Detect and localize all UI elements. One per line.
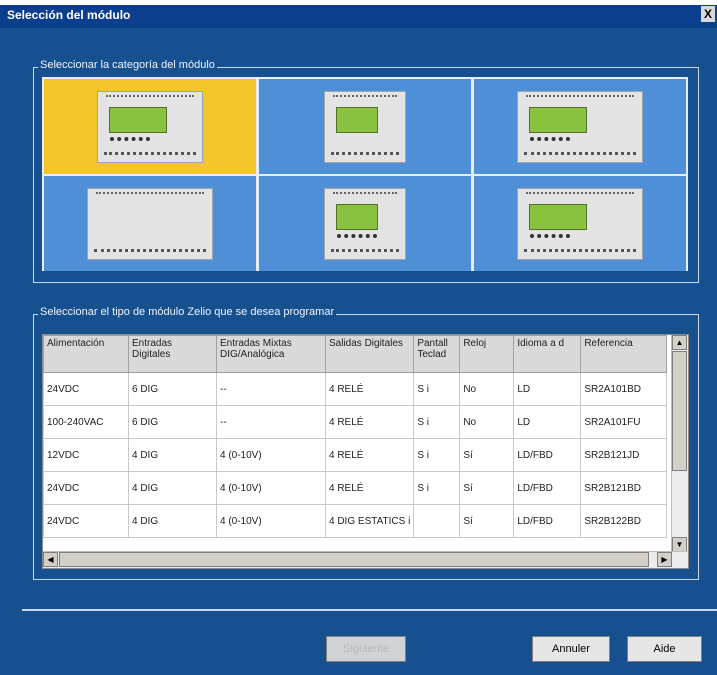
- table-cell: 4 RELÉ: [324, 405, 415, 439]
- cancel-button[interactable]: Annuler: [532, 636, 610, 662]
- table-cell: 4 (0-10V): [216, 471, 326, 505]
- table-cell: LD: [513, 405, 582, 439]
- table-row[interactable]: 24VDC 4 DIG 4 (0-10V) 4 RELÉ S i Sí LD/F…: [43, 471, 668, 505]
- table-cell: LD/FBD: [513, 504, 582, 538]
- table-cell: 4 RELÉ: [324, 438, 415, 472]
- column-header[interactable]: Salidas Digitales: [324, 335, 415, 373]
- table-cell: LD/FBD: [513, 438, 582, 472]
- category-tile-1[interactable]: [44, 79, 256, 174]
- table-cell: 4 DIG: [128, 438, 217, 472]
- footer-separator: [22, 609, 717, 611]
- module-selection-dialog: Selección del módulo X Seleccionar la ca…: [0, 0, 717, 675]
- table-cell: S i: [413, 372, 461, 406]
- table-cell: Sí: [459, 471, 515, 505]
- scroll-left-icon[interactable]: ◀: [43, 552, 58, 567]
- table-cell: 6 DIG: [128, 372, 217, 406]
- vertical-scrollbar[interactable]: ▲ ▼: [671, 335, 688, 552]
- table-cell: SR2B121BD: [580, 471, 668, 505]
- table-cell: 24VDC: [43, 372, 129, 406]
- table-cell: S i: [413, 438, 461, 472]
- category-tiles: [42, 77, 688, 271]
- table-cell: LD/FBD: [513, 471, 582, 505]
- table-cell: 12VDC: [43, 438, 129, 472]
- table-row[interactable]: 100-240VAC 6 DIG -- 4 RELÉ S i No LD SR2…: [43, 405, 668, 439]
- table-cell: 4 (0-10V): [216, 504, 326, 538]
- module-table: Alimentación Entradas Digitales Entradas…: [43, 335, 668, 538]
- category-tile-6[interactable]: [474, 176, 686, 271]
- close-button[interactable]: X: [701, 6, 715, 22]
- column-header[interactable]: Pantall Teclad: [413, 335, 461, 373]
- table-cell: S i: [413, 471, 461, 505]
- module-image-icon: [517, 90, 643, 163]
- module-image-icon: [324, 90, 406, 163]
- table-cell: Sí: [459, 438, 515, 472]
- table-cell: SR2B122BD: [580, 504, 668, 538]
- table-cell: --: [216, 372, 326, 406]
- module-image-icon: [324, 187, 406, 260]
- category-tile-4[interactable]: [44, 176, 256, 271]
- table-row[interactable]: 24VDC 4 DIG 4 (0-10V) 4 DIG ESTATICS i S…: [43, 504, 668, 538]
- column-header[interactable]: Alimentación: [43, 335, 129, 373]
- window-title: Selección del módulo: [7, 8, 131, 22]
- help-button[interactable]: Aide: [627, 636, 702, 662]
- table-row[interactable]: 24VDC 6 DIG -- 4 RELÉ S i No LD SR2A101B…: [43, 372, 668, 406]
- scroll-up-icon[interactable]: ▲: [672, 335, 687, 350]
- module-image-icon: [87, 187, 213, 260]
- table-cell: 100-240VAC: [43, 405, 129, 439]
- table-cell: --: [216, 405, 326, 439]
- horizontal-scroll-thumb[interactable]: [59, 552, 649, 567]
- table-cell: 4 RELÉ: [324, 471, 415, 505]
- table-cell: 24VDC: [43, 504, 129, 538]
- module-type-group-label: Seleccionar el tipo de módulo Zelio que …: [38, 306, 337, 318]
- column-header[interactable]: Entradas Mixtas DIG/Analógica: [216, 335, 326, 373]
- next-button[interactable]: Siguiente: [326, 636, 406, 662]
- column-header[interactable]: Referencia: [580, 335, 668, 373]
- horizontal-scrollbar[interactable]: ◀ ▶: [43, 551, 688, 568]
- table-cell: 4 DIG: [128, 504, 217, 538]
- table-cell: 4 DIG: [128, 471, 217, 505]
- table-cell: 6 DIG: [128, 405, 217, 439]
- column-header[interactable]: Entradas Digitales: [128, 335, 217, 373]
- category-tile-5[interactable]: [259, 176, 471, 271]
- table-cell: No: [459, 372, 515, 406]
- table-cell: LD: [513, 372, 582, 406]
- category-tile-2[interactable]: [259, 79, 471, 174]
- module-image-icon: [97, 90, 203, 163]
- table-cell: 24VDC: [43, 471, 129, 505]
- table-cell: Sí: [459, 504, 515, 538]
- table-cell: SR2B121JD: [580, 438, 668, 472]
- table-header-row: Alimentación Entradas Digitales Entradas…: [43, 335, 668, 373]
- column-header[interactable]: Idioma a d: [513, 335, 582, 373]
- title-bar: Selección del módulo X: [0, 0, 717, 28]
- table-cell: 4 DIG ESTATICS i: [324, 504, 415, 538]
- table-cell: S i: [413, 405, 461, 439]
- module-table-container: Alimentación Entradas Digitales Entradas…: [42, 334, 689, 569]
- table-row[interactable]: 12VDC 4 DIG 4 (0-10V) 4 RELÉ S i Sí LD/F…: [43, 438, 668, 472]
- category-tile-3[interactable]: [474, 79, 686, 174]
- table-cell: [413, 504, 461, 538]
- table-cell: 4 RELÉ: [324, 372, 415, 406]
- table-cell: SR2A101FU: [580, 405, 668, 439]
- table-cell: 4 (0-10V): [216, 438, 326, 472]
- vertical-scroll-thumb[interactable]: [672, 351, 687, 471]
- scroll-right-icon[interactable]: ▶: [657, 552, 672, 567]
- table-cell: No: [459, 405, 515, 439]
- module-image-icon: [517, 187, 643, 260]
- column-header[interactable]: Reloj: [459, 335, 515, 373]
- category-group-label: Seleccionar la categoría del módulo: [38, 59, 217, 71]
- scroll-down-icon[interactable]: ▼: [672, 537, 687, 552]
- table-cell: SR2A101BD: [580, 372, 668, 406]
